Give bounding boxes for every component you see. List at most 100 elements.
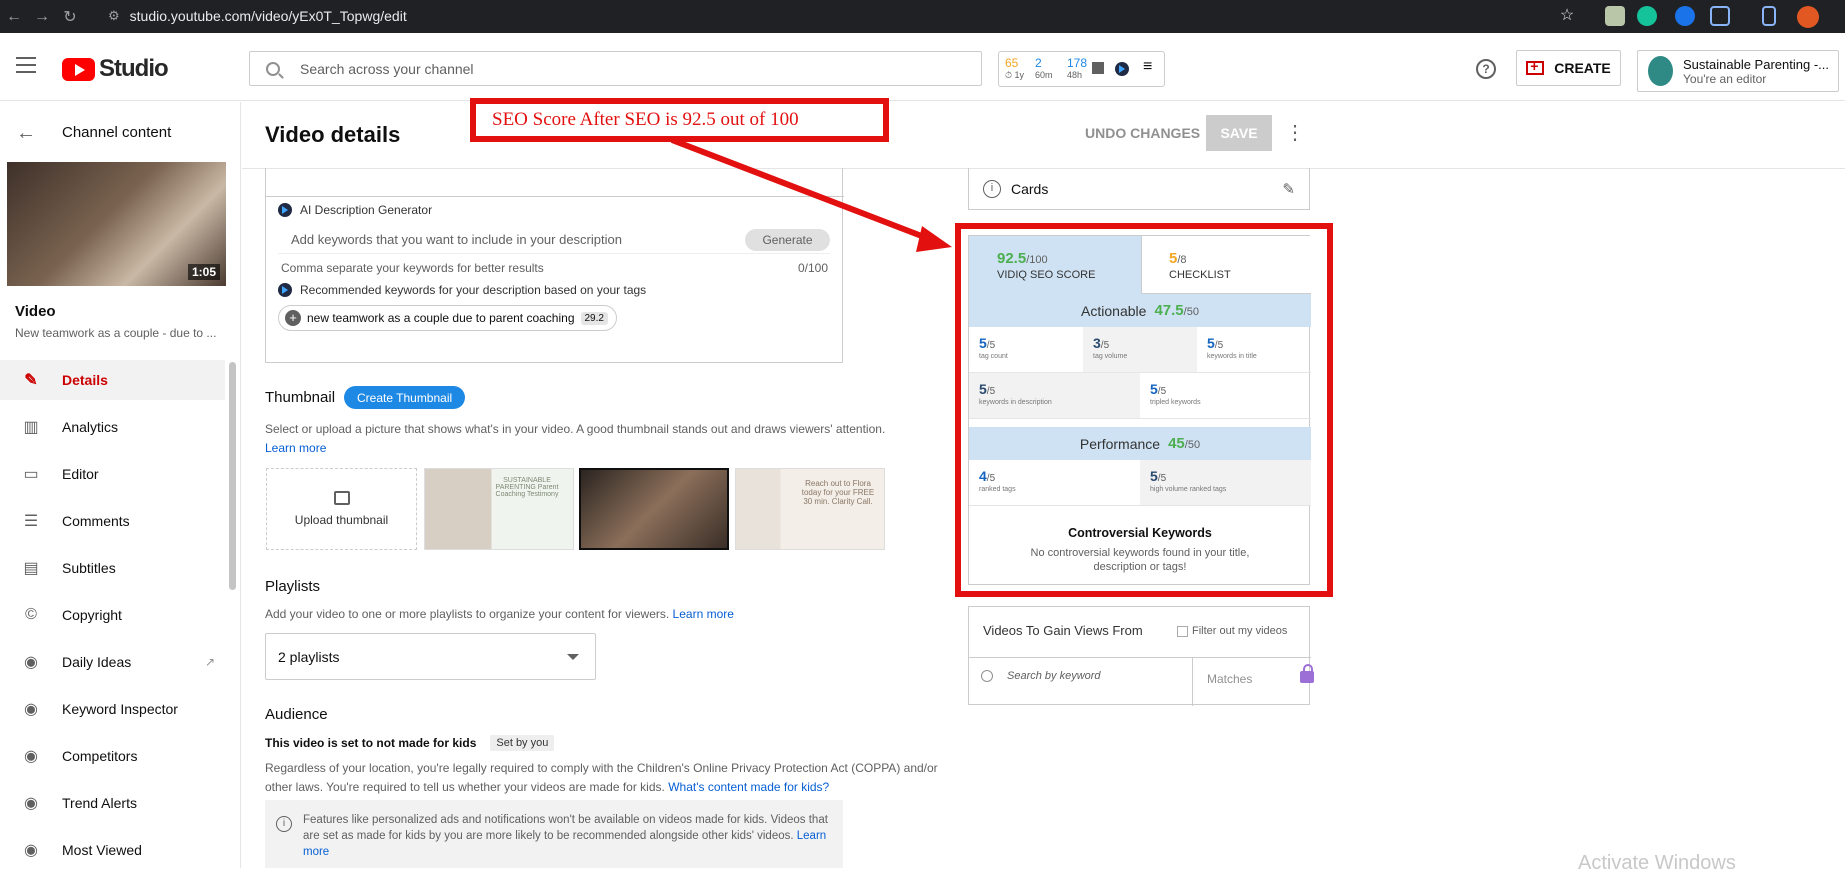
- sidebar-item-most-viewed[interactable]: ◉ Most Viewed: [0, 830, 225, 870]
- external-link-icon: ↗: [204, 655, 215, 669]
- sidebar: ← Channel content 1:05 Video New teamwor…: [0, 102, 241, 868]
- sidebar-item-trend-alerts[interactable]: ◉ Trend Alerts: [0, 783, 225, 823]
- undo-changes-button[interactable]: UNDO CHANGES: [1085, 125, 1200, 141]
- extension-mail-icon[interactable]: [1605, 6, 1625, 26]
- vidiq-logo-icon[interactable]: [1115, 62, 1129, 76]
- thumbnail-learn-more-link[interactable]: Learn more: [265, 441, 326, 455]
- description-panel: AI Description Generator Add keywords th…: [265, 168, 844, 363]
- vidiq-icon: [278, 283, 292, 297]
- sidebar-item-keyword-inspector[interactable]: ◉ Keyword Inspector: [0, 689, 225, 729]
- checkbox-icon: [1177, 625, 1188, 637]
- studio-logo[interactable]: Studio: [62, 55, 169, 83]
- lock-icon[interactable]: [1300, 664, 1314, 683]
- sidepanel-icon[interactable]: [1762, 6, 1776, 26]
- sidebar-item-analytics[interactable]: ▥ Analytics: [0, 407, 225, 447]
- sidebar-item-comments[interactable]: ☰ Comments: [0, 501, 225, 541]
- studio-header: Studio Search across your channel 65 ⏱ 1…: [0, 35, 1845, 101]
- comments-icon: ☰: [23, 513, 39, 530]
- account-role: You're an editor: [1683, 71, 1767, 86]
- sidebar-item-details[interactable]: ✎ Details: [0, 360, 225, 400]
- page-title: Video details: [265, 122, 401, 147]
- edit-pencil-icon[interactable]: ✎: [1282, 180, 1295, 198]
- account-switcher[interactable]: Sustainable Parenting -... You're an edi…: [1637, 50, 1839, 92]
- vidiq-stat-48h: 178 48h: [1067, 56, 1088, 80]
- vidiq-stat-60m: 2 60m: [1035, 56, 1053, 80]
- save-button[interactable]: SAVE: [1206, 115, 1272, 151]
- thumbnail-heading: Thumbnail: [265, 389, 336, 406]
- tab-checklist[interactable]: 5/8 CHECKLIST: [1141, 236, 1311, 294]
- thumbnail-option-2-selected[interactable]: [579, 468, 729, 550]
- vidiq-seo-panel: 92.5/100 VIDIQ SEO SCORE 5/8 CHECKLIST A…: [968, 235, 1311, 585]
- vidiq-icon: ◉: [24, 795, 38, 812]
- tab-seo-score[interactable]: 92.5/100 VIDIQ SEO SCORE: [969, 236, 1141, 294]
- dropdown-arrow-icon: [567, 654, 579, 660]
- extensions-puzzle-icon[interactable]: [1710, 6, 1730, 26]
- sidebar-item-competitors[interactable]: ◉ Competitors: [0, 736, 225, 776]
- vidiq-menu-icon[interactable]: ≡: [1143, 58, 1152, 76]
- video-thumbnail[interactable]: 1:05: [7, 162, 226, 286]
- upload-thumbnail-button[interactable]: Upload thumbnail: [266, 468, 417, 550]
- forward-arrow-icon[interactable]: →: [28, 8, 56, 26]
- made-for-kids-link[interactable]: What's content made for kids?: [668, 780, 829, 794]
- video-label: Video: [15, 303, 56, 320]
- url-text: studio.youtube.com/video/yEx0T_Topwg/edi…: [129, 7, 407, 24]
- sidebar-item-editor[interactable]: ▭ Editor: [0, 454, 225, 494]
- search-placeholder: Search across your channel: [300, 60, 474, 77]
- metric-tripled-keywords: 5/5 tripled keywords: [1140, 373, 1311, 419]
- controversial-keywords-title: Controversial Keywords: [1068, 526, 1212, 540]
- browser-toolbar: ← → ↻ ⚙ studio.youtube.com/video/yEx0T_T…: [0, 0, 1845, 33]
- create-thumbnail-button[interactable]: Create Thumbnail: [344, 386, 466, 409]
- annotation-callout: SEO Score After SEO is 92.5 out of 100: [470, 98, 889, 142]
- chart-icon[interactable]: [1092, 62, 1104, 74]
- back-arrow-icon[interactable]: ←: [16, 122, 36, 145]
- videos-to-gain-views-panel: Videos To Gain Views From Filter out my …: [968, 606, 1314, 706]
- create-button[interactable]: CREATE: [1516, 50, 1621, 86]
- reload-icon[interactable]: ↻: [56, 7, 84, 27]
- site-info-icon[interactable]: ⚙: [108, 8, 120, 24]
- sidebar-scrollbar[interactable]: [229, 362, 236, 590]
- ai-description-generator: AI Description Generator: [278, 203, 432, 217]
- thumbnail-description: Select or upload a picture that shows wh…: [265, 422, 886, 455]
- thumbnail-option-1[interactable]: SUSTAINABLE PARENTING Parent Coaching Te…: [424, 468, 574, 550]
- image-upload-icon: [333, 491, 350, 505]
- gain-views-title: Videos To Gain Views From: [983, 623, 1143, 638]
- help-icon[interactable]: ?: [1476, 59, 1496, 79]
- matches-column[interactable]: Matches: [1207, 672, 1252, 686]
- bookmark-star-icon[interactable]: ☆: [1553, 5, 1581, 25]
- performance-header: Performance 45/50: [969, 427, 1311, 460]
- seo-score-value: 92.5: [997, 250, 1027, 267]
- vidiq-stats-widget[interactable]: 65 ⏱ 1y 2 60m 178 48h ≡: [998, 51, 1165, 87]
- keyword-chip[interactable]: + new teamwork as a couple due to parent…: [278, 305, 617, 331]
- back-arrow-icon[interactable]: ←: [0, 8, 28, 26]
- generate-button[interactable]: Generate: [745, 229, 830, 251]
- keywords-input[interactable]: Add keywords that you want to include in…: [278, 226, 830, 254]
- menu-icon[interactable]: [16, 57, 36, 78]
- audience-status: This video is set to not made for kids S…: [265, 735, 555, 751]
- keyword-search-input[interactable]: Search by keyword: [981, 670, 1101, 682]
- vidiq-stat-views: 65 ⏱ 1y: [1005, 56, 1025, 80]
- account-name: Sustainable Parenting -...: [1683, 56, 1829, 72]
- more-options-icon[interactable]: ⋮: [1285, 120, 1305, 145]
- metric-keywords-in-title: 5/5 keywords in title: [1197, 327, 1311, 373]
- extension-vidiq-icon[interactable]: [1675, 6, 1695, 26]
- analytics-icon: ▥: [23, 419, 39, 436]
- profile-avatar-icon[interactable]: [1797, 6, 1819, 28]
- cards-section[interactable]: i Cards ✎: [968, 168, 1310, 210]
- info-icon: i: [983, 179, 1001, 198]
- channel-content-link[interactable]: Channel content: [62, 124, 171, 141]
- playlists-learn-more-link[interactable]: Learn more: [673, 607, 734, 621]
- filter-my-videos-checkbox[interactable]: Filter out my videos: [1177, 625, 1287, 637]
- thumbnail-option-3[interactable]: Reach out to Flora today for your FREE 3…: [735, 468, 885, 550]
- editor-icon: ▭: [23, 466, 39, 483]
- search-input[interactable]: Search across your channel: [249, 51, 982, 86]
- sidebar-item-subtitles[interactable]: ▤ Subtitles: [0, 548, 225, 588]
- set-by-badge: Set by you: [490, 735, 555, 751]
- address-bar[interactable]: ⚙ studio.youtube.com/video/yEx0T_Topwg/e…: [108, 2, 1608, 29]
- sidebar-item-daily-ideas[interactable]: ◉ Daily Ideas ↗: [0, 642, 225, 682]
- playlists-dropdown[interactable]: 2 playlists: [265, 633, 596, 680]
- vidiq-icon: ◉: [24, 701, 38, 718]
- sidebar-item-copyright[interactable]: © Copyright: [0, 595, 225, 635]
- vidiq-icon: ◉: [24, 842, 38, 859]
- extension-grammarly-icon[interactable]: [1637, 6, 1657, 26]
- video-title: New teamwork as a couple - due to ...: [15, 326, 217, 340]
